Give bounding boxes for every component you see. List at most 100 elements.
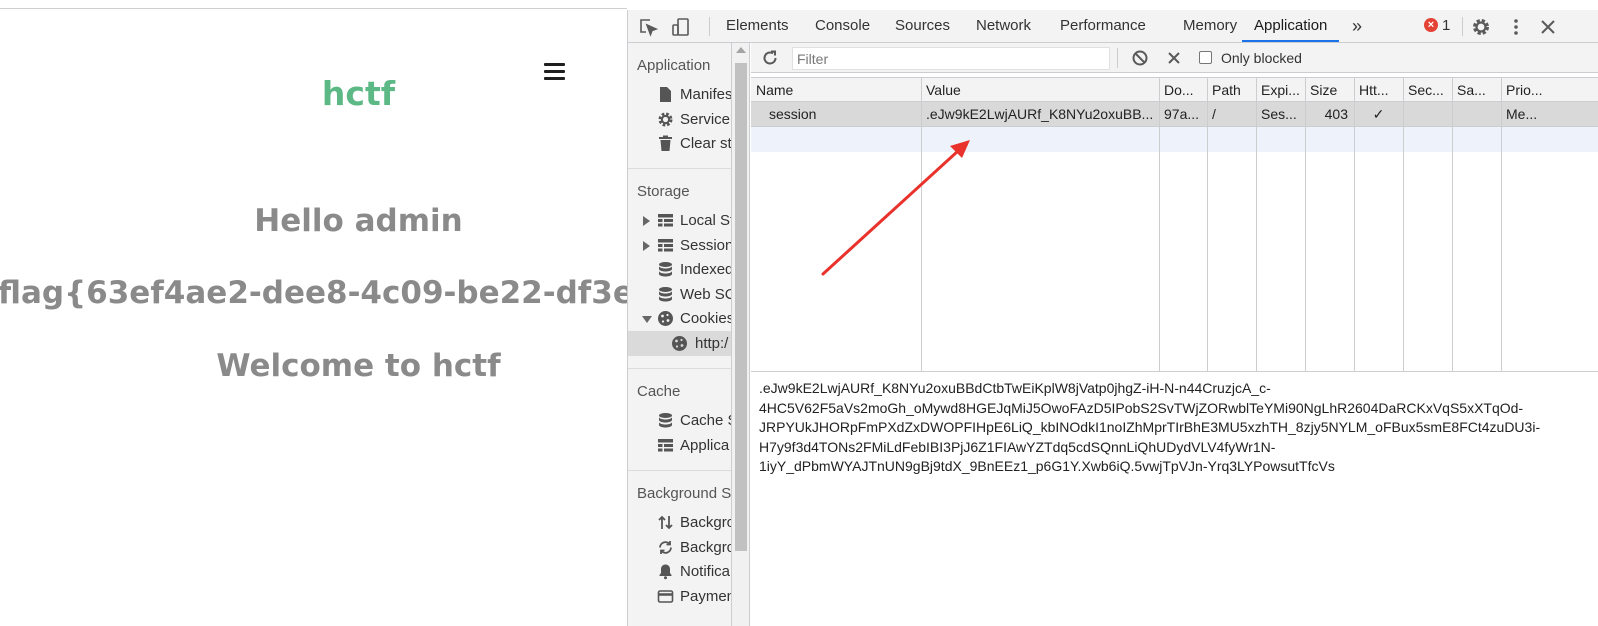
toolbar-divider <box>1117 48 1118 68</box>
sidebar-item-web-sql[interactable]: Web SC <box>628 282 731 307</box>
tab-sources[interactable]: Sources <box>895 10 950 42</box>
trash-icon <box>657 135 674 152</box>
only-blocked-checkbox[interactable] <box>1199 51 1212 64</box>
sidebar-item-cache-storage[interactable]: Cache S <box>628 408 731 433</box>
column-header-samesite[interactable]: Sa... <box>1452 78 1501 102</box>
column-divider[interactable] <box>1403 78 1404 372</box>
scrollbar-thumb[interactable] <box>735 63 747 551</box>
welcome-heading: Welcome to hctf <box>216 348 501 384</box>
cookie-path-cell[interactable]: / <box>1207 102 1256 127</box>
cookie-value-preview: .eJw9kE2LwjAURf_K8NYu2oxuBBdCtbTwEiKplW8… <box>751 371 1598 626</box>
sidebar-item-application-cache[interactable]: Applica <box>628 433 731 458</box>
cookie-secure-cell[interactable] <box>1403 102 1452 127</box>
cookies-table: Name Value Do... Path Expi... Size Htt..… <box>751 77 1598 372</box>
column-divider[interactable] <box>1501 78 1502 372</box>
tabbar-divider-right <box>1462 17 1463 36</box>
table-row-empty <box>751 127 1598 152</box>
web-page: hctf Hello admin flag{63ef4ae2-dee8-4c09… <box>0 0 627 626</box>
column-header-value[interactable]: Value <box>921 78 1159 102</box>
sidebar-item-indexeddb[interactable]: Indexed <box>628 257 731 282</box>
tab-performance[interactable]: Performance <box>1060 10 1146 42</box>
refresh-icon[interactable] <box>761 49 779 67</box>
cookie-samesite-cell[interactable] <box>1452 102 1501 127</box>
column-divider[interactable] <box>921 78 922 372</box>
database-icon <box>657 412 674 429</box>
column-divider[interactable] <box>1256 78 1257 372</box>
sidebar-item-cookie-origin[interactable]: http:/ <box>628 331 731 356</box>
error-count[interactable]: 1 <box>1442 10 1450 42</box>
cookie-icon <box>671 335 688 352</box>
column-divider[interactable] <box>1305 78 1306 372</box>
tab-console[interactable]: Console <box>815 10 870 42</box>
expand-arrow-icon[interactable] <box>643 216 650 226</box>
site-brand[interactable]: hctf <box>0 74 627 113</box>
column-header-size[interactable]: Size <box>1305 78 1354 102</box>
column-divider[interactable] <box>1354 78 1355 372</box>
cookie-priority-cell[interactable]: Me... <box>1501 102 1598 127</box>
column-header-priority[interactable]: Prio... <box>1501 78 1598 102</box>
hamburger-menu-icon[interactable] <box>544 63 565 81</box>
delete-selected-icon[interactable] <box>1165 49 1183 67</box>
column-divider[interactable] <box>1159 78 1160 372</box>
database-icon <box>657 286 674 303</box>
sidebar-item-service-workers[interactable]: Service <box>628 107 731 132</box>
cookie-httponly-cell[interactable]: ✓ <box>1354 102 1403 127</box>
column-header-path[interactable]: Path <box>1207 78 1256 102</box>
table-icon <box>657 437 674 454</box>
cookie-size-cell[interactable]: 403 <box>1305 102 1354 127</box>
tab-memory[interactable]: Memory <box>1183 10 1237 42</box>
column-header-expires[interactable]: Expi... <box>1256 78 1305 102</box>
close-devtools-icon[interactable] <box>1537 16 1559 38</box>
tab-elements[interactable]: Elements <box>726 10 789 42</box>
sidebar-item-local-storage[interactable]: Local St <box>628 208 731 233</box>
inspect-element-icon[interactable] <box>637 16 659 38</box>
device-toolbar-icon[interactable] <box>670 16 692 38</box>
cookie-domain-cell[interactable]: 97a... <box>1159 102 1207 127</box>
cookie-value-cell[interactable]: .eJw9kE2LwjAURf_K8NYu2oxuBB... <box>921 102 1159 127</box>
column-divider[interactable] <box>1452 78 1453 372</box>
scroll-up-arrow-icon[interactable] <box>736 47 746 53</box>
column-header-name[interactable]: Name <box>751 78 921 102</box>
column-header-secure[interactable]: Sec... <box>1403 78 1452 102</box>
filter-input[interactable] <box>792 47 1110 70</box>
bell-icon <box>657 563 674 580</box>
more-tabs-icon[interactable]: » <box>1352 10 1362 42</box>
cookie-expires-cell[interactable]: Ses... <box>1256 102 1305 127</box>
sidebar-heading-cache: Cache <box>637 383 681 400</box>
page-top-border <box>0 8 627 9</box>
tabbar-divider <box>709 17 710 36</box>
more-options-icon[interactable] <box>1505 16 1527 38</box>
database-icon <box>657 261 674 278</box>
column-divider[interactable] <box>1207 78 1208 372</box>
sidebar-item-payment-handler[interactable]: Paymen <box>628 584 731 609</box>
collapse-arrow-icon[interactable] <box>642 316 652 323</box>
error-icon[interactable]: × <box>1424 18 1438 32</box>
sidebar-item-clear-storage[interactable]: Clear st <box>628 131 731 156</box>
cookie-value-text[interactable]: .eJw9kE2LwjAURf_K8NYu2oxuBBdCtbTwEiKplW8… <box>759 379 1569 477</box>
cookies-toolbar: Only blocked <box>751 43 1598 73</box>
sidebar-item-background-fetch[interactable]: Backgro <box>628 510 731 535</box>
sidebar-scrollbar[interactable] <box>732 43 750 626</box>
column-header-domain[interactable]: Do... <box>1159 78 1207 102</box>
tab-application[interactable]: Application <box>1242 10 1340 42</box>
sidebar-heading-storage: Storage <box>637 183 690 200</box>
settings-gear-icon[interactable] <box>1470 16 1492 38</box>
sidebar-item-cookies[interactable]: Cookies <box>628 306 731 331</box>
table-icon <box>657 212 674 229</box>
column-header-httponly[interactable]: Htt... <box>1354 78 1403 102</box>
sidebar-divider <box>628 470 731 471</box>
sidebar-divider <box>628 368 731 369</box>
card-icon <box>657 588 674 605</box>
sync-icon <box>657 539 674 556</box>
sidebar-item-session-storage[interactable]: Session <box>628 233 731 258</box>
sidebar-item-manifest[interactable]: Manifest <box>628 82 731 107</box>
sidebar-item-notifications[interactable]: Notifica <box>628 559 731 584</box>
clear-all-icon[interactable] <box>1131 49 1149 67</box>
cookie-name-cell[interactable]: session <box>751 102 921 127</box>
table-icon <box>657 237 674 254</box>
tab-network[interactable]: Network <box>976 10 1031 42</box>
sidebar-item-background-sync[interactable]: Backgro <box>628 535 731 560</box>
sidebar-heading-application: Application <box>637 57 711 74</box>
greeting-heading: Hello admin <box>254 203 463 239</box>
expand-arrow-icon[interactable] <box>643 241 650 251</box>
